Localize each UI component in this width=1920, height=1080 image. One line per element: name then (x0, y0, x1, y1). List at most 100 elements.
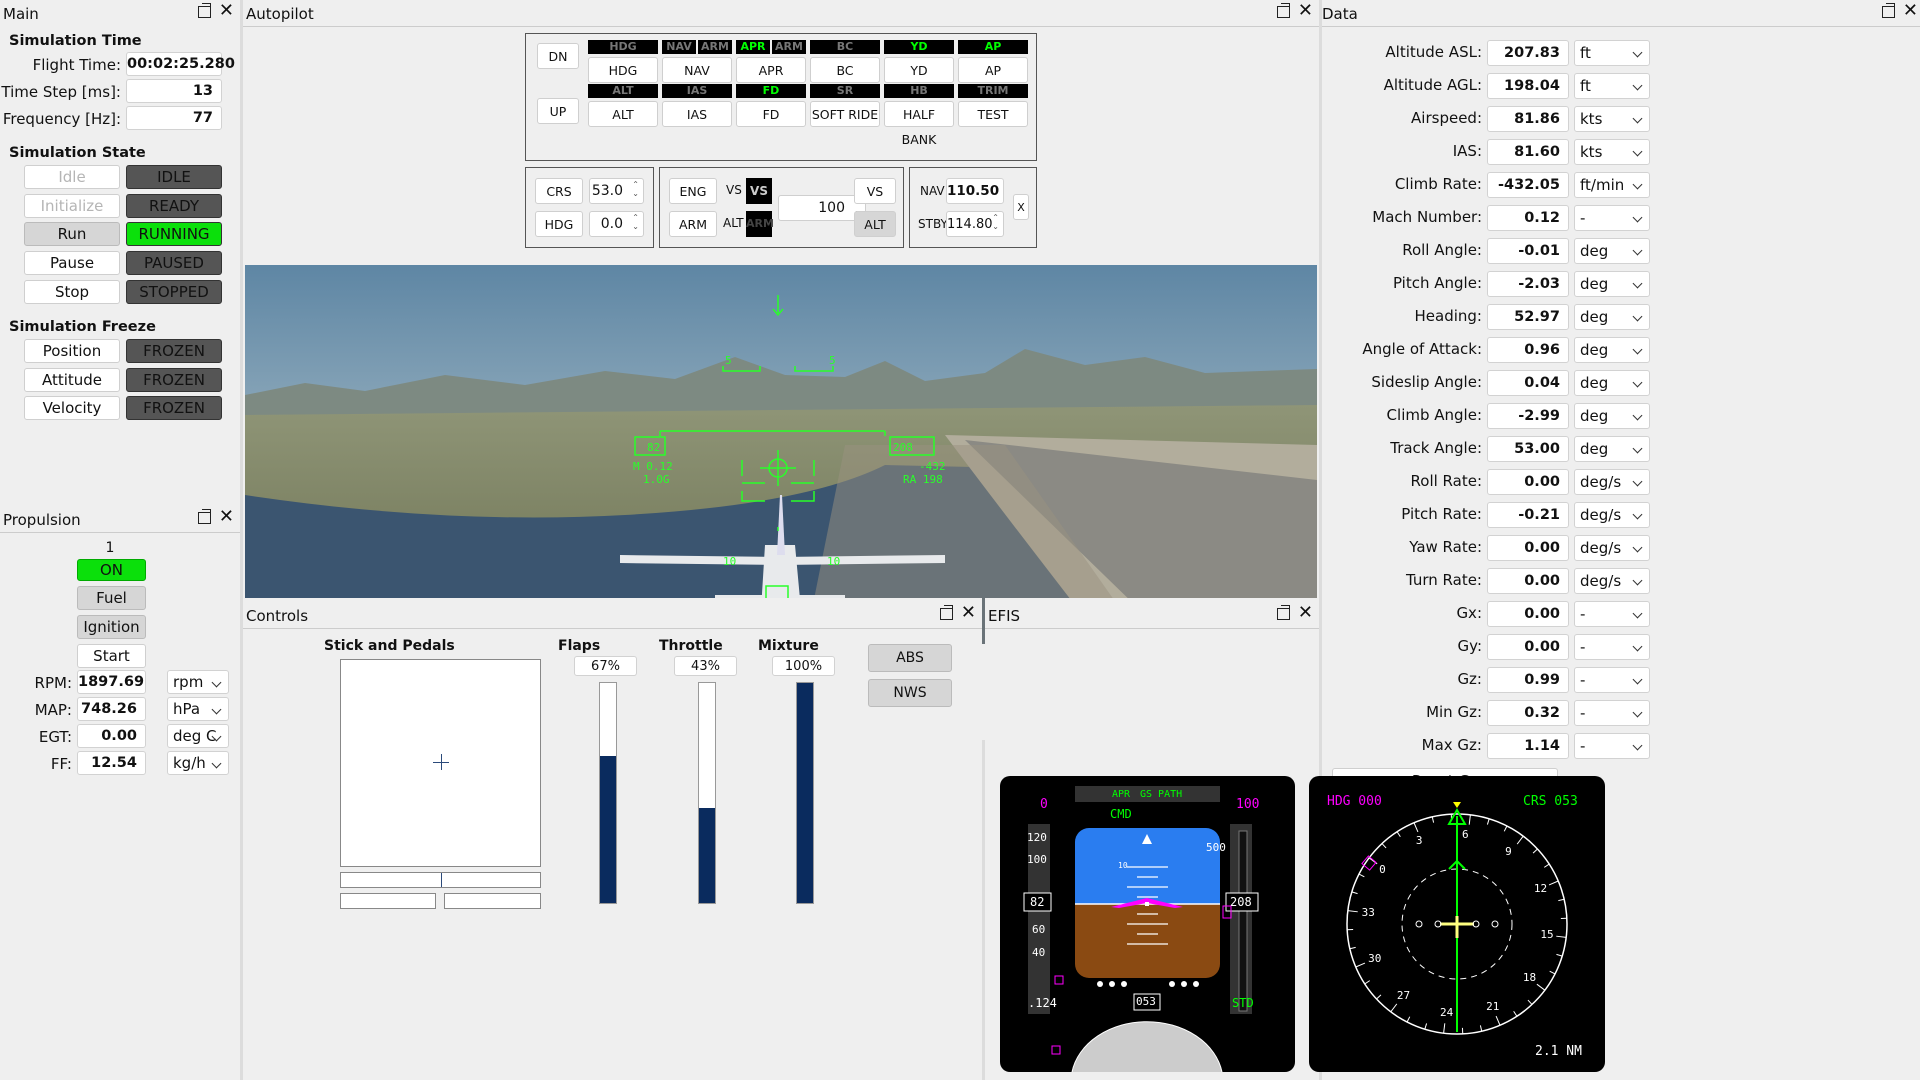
ap-button[interactable]: AP (958, 57, 1028, 83)
yd-button[interactable]: YD (884, 57, 954, 83)
data-row-unit-select[interactable]: deg (1574, 304, 1650, 330)
mixture-gauge[interactable] (796, 682, 814, 904)
stby-freq-spinbox[interactable]: 114.80 (946, 211, 1004, 237)
close-icon[interactable]: ✕ (1298, 2, 1313, 20)
ias-button[interactable]: IAS (662, 101, 732, 127)
idle-state-indicator: IDLE (126, 165, 222, 189)
data-row-unit-select[interactable]: - (1574, 667, 1650, 693)
flaps-gauge-fill (600, 755, 616, 903)
pfd-mach: .124 (1028, 996, 1057, 1010)
float-icon[interactable] (197, 3, 211, 18)
float-icon[interactable] (1276, 605, 1290, 620)
run-button[interactable]: Run (24, 222, 120, 246)
data-row-unit-select[interactable]: - (1574, 733, 1650, 759)
data-row-unit-select[interactable]: deg (1574, 337, 1650, 363)
soft-ride-button[interactable]: SOFT RIDE (810, 101, 880, 127)
nd-compass-label: 30 (1368, 952, 1382, 966)
close-icon[interactable]: ✕ (219, 508, 234, 526)
flaps-gauge[interactable] (599, 682, 617, 904)
data-row-unit-select[interactable]: deg (1574, 403, 1650, 429)
close-icon[interactable]: ✕ (1903, 2, 1918, 20)
hdg-select-button[interactable]: HDG (535, 211, 583, 237)
float-icon[interactable] (939, 605, 953, 620)
bc-button[interactable]: BC (810, 57, 880, 83)
crs-button[interactable]: CRS (535, 178, 583, 204)
arm-button[interactable]: ARM (669, 211, 717, 237)
freeze-velocity-button[interactable]: Velocity (24, 396, 120, 420)
fuel-button[interactable]: Fuel (77, 586, 146, 610)
data-row-unit-select[interactable]: deg/s (1574, 568, 1650, 594)
right-brake-bar[interactable] (444, 893, 541, 909)
data-row-unit-select[interactable]: kts (1574, 139, 1650, 165)
abs-button[interactable]: ABS (868, 644, 952, 672)
test-button[interactable]: TEST (958, 101, 1028, 127)
position-frozen-indicator: FROZEN (126, 339, 222, 363)
data-row-unit-select[interactable]: deg/s (1574, 535, 1650, 561)
data-row-unit-select[interactable]: ft (1574, 40, 1650, 66)
start-button[interactable]: Start (77, 644, 146, 668)
data-row-unit-select[interactable]: deg (1574, 436, 1650, 462)
ff-unit-select[interactable]: kg/h (167, 751, 229, 775)
fd-button[interactable]: FD (736, 101, 806, 127)
left-brake-bar[interactable] (340, 893, 436, 909)
data-row-unit-select[interactable]: - (1574, 205, 1650, 231)
alt-button[interactable]: ALT (588, 101, 658, 127)
float-icon[interactable] (197, 509, 211, 524)
freeze-position-button[interactable]: Position (24, 339, 120, 363)
stick-area[interactable] (340, 659, 541, 867)
data-row-value: -432.05 (1487, 172, 1569, 198)
nd-compass-tick (1390, 1003, 1398, 1013)
data-row-unit-select[interactable]: deg (1574, 370, 1650, 396)
nws-button[interactable]: NWS (868, 679, 952, 707)
stop-button[interactable]: Stop (24, 280, 120, 304)
rpm-unit-select[interactable]: rpm (167, 670, 229, 694)
dn-button[interactable]: DN (537, 43, 579, 69)
data-row-value: 0.00 (1487, 535, 1569, 561)
swap-freq-button[interactable]: X (1013, 194, 1029, 220)
map-unit-select[interactable]: hPa (167, 697, 229, 721)
throttle-gauge[interactable] (698, 682, 716, 904)
data-row-unit-select[interactable]: deg/s (1574, 502, 1650, 528)
freeze-attitude-button[interactable]: Attitude (24, 368, 120, 392)
float-icon[interactable] (1881, 3, 1895, 18)
hdg-spinbox[interactable]: 0.0 (589, 211, 644, 237)
alt-label: ALT (723, 216, 744, 230)
eng-button[interactable]: ENG (669, 178, 717, 204)
nd-compass-tick (1503, 825, 1508, 832)
data-row-value: 81.60 (1487, 139, 1569, 165)
crs-spinbox[interactable]: 53.0 (589, 178, 644, 204)
hdg-button[interactable]: HDG (588, 57, 658, 83)
float-icon[interactable] (1276, 3, 1290, 18)
close-icon[interactable]: ✕ (1298, 604, 1313, 622)
idle-button[interactable]: Idle (24, 165, 120, 189)
hud-g-load: 1.0G (643, 473, 670, 486)
rudder-bar[interactable] (340, 872, 541, 888)
data-row-unit-select[interactable]: deg (1574, 271, 1650, 297)
data-row-value: 0.32 (1487, 700, 1569, 726)
data-row-unit-select[interactable]: kts (1574, 106, 1650, 132)
apr-button[interactable]: APR (736, 57, 806, 83)
pfd-altitude-target: 100 (1236, 797, 1260, 812)
data-row-value: 198.04 (1487, 73, 1569, 99)
nav-button[interactable]: NAV (662, 57, 732, 83)
data-row-unit-select[interactable]: - (1574, 634, 1650, 660)
data-row-unit-select[interactable]: - (1574, 700, 1650, 726)
half-bank-button[interactable]: HALF BANK (884, 101, 954, 147)
vs-spinbox[interactable]: 100 (778, 195, 866, 221)
ignition-button[interactable]: Ignition (77, 615, 146, 639)
up-button[interactable]: UP (537, 98, 579, 124)
propulsion-panel-title: Propulsion (3, 511, 81, 529)
data-row-unit-select[interactable]: deg/s (1574, 469, 1650, 495)
data-row-unit-select[interactable]: deg (1574, 238, 1650, 264)
data-row-unit-select[interactable]: ft/min (1574, 172, 1650, 198)
pause-button[interactable]: Pause (24, 251, 120, 275)
data-row-unit-select[interactable]: - (1574, 601, 1650, 627)
initialize-button[interactable]: Initialize (24, 194, 120, 218)
vs-button[interactable]: VS (854, 178, 896, 204)
close-icon[interactable]: ✕ (961, 604, 976, 622)
close-icon[interactable]: ✕ (219, 2, 234, 20)
egt-unit-select[interactable]: deg C (167, 724, 229, 748)
alt-hold-button[interactable]: ALT (854, 211, 896, 237)
data-row-unit-select[interactable]: ft (1574, 73, 1650, 99)
hb-annunciator: HB (884, 84, 954, 98)
